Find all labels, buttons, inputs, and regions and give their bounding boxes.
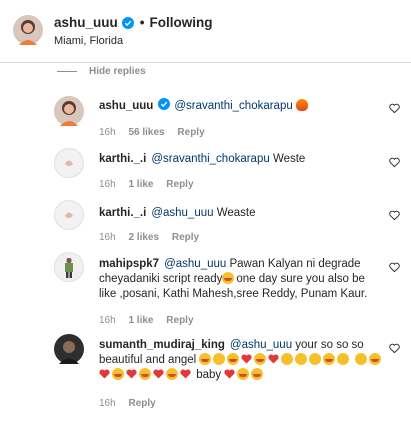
location-link[interactable]: Miami, Florida bbox=[54, 35, 123, 47]
heart-eyes-emoji-icon bbox=[227, 353, 240, 365]
like-heart-icon[interactable] bbox=[389, 210, 400, 221]
like-heart-icon[interactable] bbox=[389, 103, 400, 114]
commenter-avatar[interactable] bbox=[54, 252, 84, 282]
comment-username[interactable]: mahipspk7 bbox=[99, 258, 159, 270]
heart-eyes-emoji-icon bbox=[323, 353, 336, 365]
header-username[interactable]: ashu_uuu bbox=[54, 15, 118, 30]
comment-text: Weaste bbox=[213, 207, 256, 219]
commenter-avatar[interactable] bbox=[54, 96, 84, 126]
header-user-line: ashu_uuu • Following bbox=[54, 15, 213, 30]
grimace-emoji-icon bbox=[222, 272, 235, 284]
comment-item: sumanth_mudiraj_king @ashu_uuu your so so… bbox=[0, 334, 411, 421]
verified-badge-icon bbox=[158, 98, 171, 110]
comment-username[interactable]: ashu_uuu bbox=[99, 100, 153, 112]
heart-eyes-emoji-icon bbox=[199, 353, 212, 365]
commenter-avatar[interactable] bbox=[54, 148, 84, 178]
heart-eyes-emoji-icon bbox=[251, 368, 264, 380]
comment-likes[interactable]: 56 likes bbox=[128, 127, 164, 138]
smile-emoji-icon bbox=[213, 353, 226, 365]
smile-emoji-icon bbox=[281, 353, 294, 365]
reply-button[interactable]: Reply bbox=[177, 127, 204, 138]
comment-text-end: baby bbox=[196, 369, 222, 381]
heart-eyes-emoji-icon bbox=[139, 368, 151, 380]
comment-meta: 16h 1 like Reply bbox=[99, 315, 204, 326]
red-heart-emoji-icon bbox=[153, 369, 164, 379]
comment-body: karthi._.i @ashu_uuu Weaste bbox=[99, 206, 383, 221]
post-header: ashu_uuu • Following Miami, Florida bbox=[0, 0, 411, 63]
comment-meta: 16h 1 like Reply bbox=[99, 179, 204, 190]
reply-button[interactable]: Reply bbox=[172, 232, 199, 243]
comment-meta: 16h 2 likes Reply bbox=[99, 232, 209, 243]
comment-body: mahipspk7 @ashu_uuu Pawan Kalyan ni degra… bbox=[99, 257, 383, 302]
like-heart-icon[interactable] bbox=[389, 262, 400, 273]
red-heart-emoji-icon bbox=[224, 369, 235, 379]
smile-emoji-icon bbox=[295, 353, 308, 365]
comment-likes[interactable]: 1 like bbox=[128, 179, 153, 190]
red-heart-emoji-icon bbox=[241, 354, 253, 364]
comment-body: ashu_uuu @sravanthi_chokarapu bbox=[99, 98, 383, 114]
comment-likes[interactable]: 2 likes bbox=[128, 232, 159, 243]
hide-replies-button[interactable]: Hide replies bbox=[57, 66, 146, 77]
red-heart-emoji-icon bbox=[99, 369, 110, 379]
hide-replies-line bbox=[57, 71, 77, 72]
heart-eyes-emoji-icon bbox=[112, 368, 124, 380]
comment-username[interactable]: sumanth_mudiraj_king bbox=[99, 339, 225, 351]
separator-dot: • bbox=[139, 15, 145, 30]
comment-meta: 16h 56 likes Reply bbox=[99, 127, 215, 138]
comment-time: 16h bbox=[99, 179, 116, 190]
red-heart-emoji-icon bbox=[180, 369, 191, 379]
heart-eyes-emoji-icon bbox=[368, 353, 381, 365]
comment-item: karthi._.i @ashu_uuu Weaste 16h 2 likes R… bbox=[0, 200, 411, 250]
commenter-avatar[interactable] bbox=[54, 200, 84, 230]
smile-emoji-icon bbox=[337, 353, 350, 365]
comment-mention[interactable]: @ashu_uuu bbox=[230, 339, 292, 351]
comment-text: Weste bbox=[269, 153, 306, 165]
comment-mention[interactable]: @ashu_uuu bbox=[151, 207, 213, 219]
comment-meta: 16h Reply bbox=[99, 398, 166, 409]
commenter-avatar[interactable] bbox=[54, 334, 84, 364]
fire-emoji-icon bbox=[295, 99, 308, 111]
comment-mention[interactable]: @sravanthi_chokarapu bbox=[174, 100, 292, 112]
reply-button[interactable]: Reply bbox=[128, 398, 155, 409]
reply-button[interactable]: Reply bbox=[166, 179, 193, 190]
comment-body: sumanth_mudiraj_king @ashu_uuu your so so… bbox=[99, 338, 383, 383]
comment-time: 16h bbox=[99, 127, 116, 138]
smile-emoji-icon bbox=[354, 353, 367, 365]
comment-username[interactable]: karthi._.i bbox=[99, 207, 146, 219]
heart-eyes-emoji-icon bbox=[237, 368, 250, 380]
hide-replies-label: Hide replies bbox=[89, 66, 146, 77]
comment-mention[interactable]: @sravanthi_chokarapu bbox=[151, 153, 269, 165]
comment-time: 16h bbox=[99, 398, 116, 409]
comment-item: mahipspk7 @ashu_uuu Pawan Kalyan ni degra… bbox=[0, 252, 411, 332]
comment-likes[interactable]: 1 like bbox=[128, 315, 153, 326]
verified-badge-icon bbox=[121, 16, 134, 29]
like-heart-icon[interactable] bbox=[389, 157, 400, 168]
comment-body: karthi._.i @sravanthi_chokarapu Weste bbox=[99, 152, 383, 167]
smile-emoji-icon bbox=[309, 353, 322, 365]
red-heart-emoji-icon bbox=[268, 354, 280, 364]
comment-username[interactable]: karthi._.i bbox=[99, 153, 146, 165]
like-heart-icon[interactable] bbox=[389, 343, 400, 354]
profile-avatar[interactable] bbox=[13, 15, 43, 45]
heart-eyes-emoji-icon bbox=[254, 353, 267, 365]
comment-item: ashu_uuu @sravanthi_chokarapu 16h 56 like… bbox=[0, 93, 411, 151]
comment-mention[interactable]: @ashu_uuu bbox=[164, 258, 226, 270]
comment-item: karthi._.i @sravanthi_chokarapu Weste 16h… bbox=[0, 148, 411, 198]
comment-time: 16h bbox=[99, 315, 116, 326]
comment-time: 16h bbox=[99, 232, 116, 243]
following-button[interactable]: Following bbox=[150, 15, 213, 30]
heart-eyes-emoji-icon bbox=[166, 368, 178, 380]
red-heart-emoji-icon bbox=[126, 369, 137, 379]
reply-button[interactable]: Reply bbox=[166, 315, 193, 326]
